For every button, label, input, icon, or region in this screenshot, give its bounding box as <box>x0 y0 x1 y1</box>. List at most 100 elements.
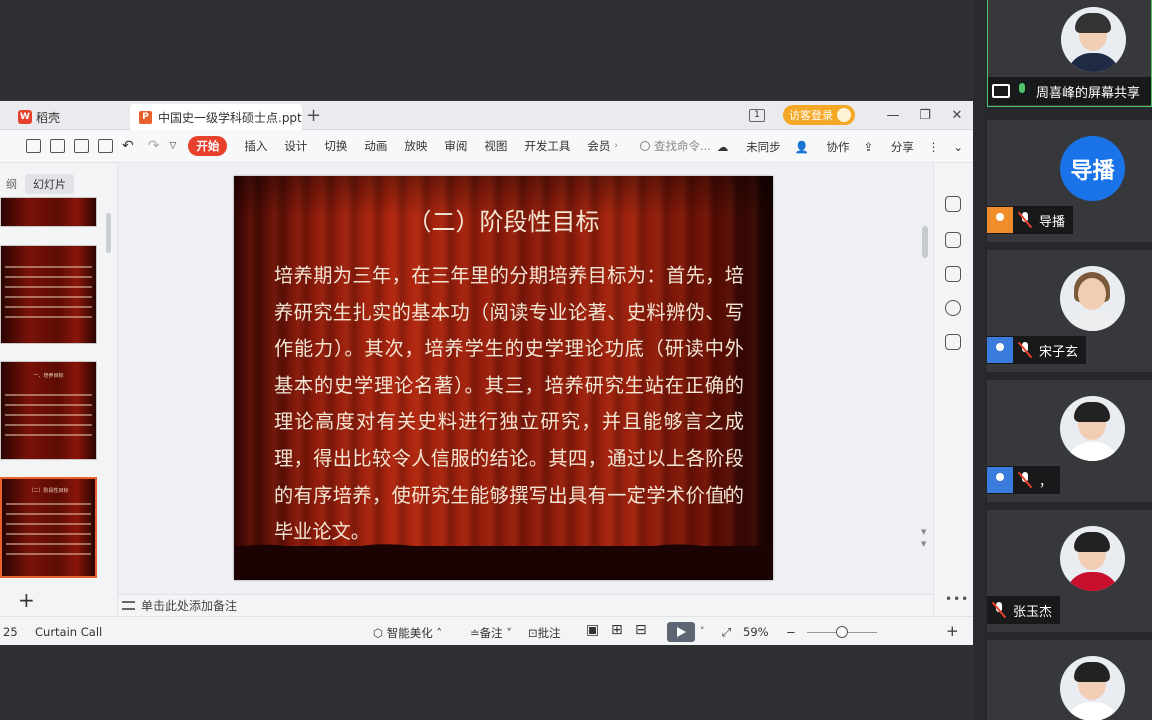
participant-nametag: ， <box>987 466 1061 494</box>
participant-card-sharer[interactable]: 周喜峰的屏幕共享 <box>987 0 1152 107</box>
slide-number: 25 <box>3 625 18 639</box>
menu-review[interactable]: 审阅 <box>444 138 467 154</box>
restore-button[interactable]: ❐ <box>909 108 941 123</box>
export-icon[interactable] <box>50 139 65 153</box>
participant-avatar-text: 导播 <box>1060 136 1125 201</box>
play-slideshow-button[interactable] <box>667 622 695 642</box>
add-slide-button[interactable]: + <box>18 588 35 612</box>
collab-button[interactable]: 👤 协作 <box>795 139 850 155</box>
tab-document[interactable]: P 中国史一级学科硕士点.ppt <box>130 104 302 130</box>
animation-pin-icon[interactable] <box>945 232 961 248</box>
normal-view-icon[interactable]: ▣ <box>586 622 599 638</box>
slide-thumbnail-2[interactable] <box>0 245 97 344</box>
collab-label: 协作 <box>826 139 850 154</box>
menu-insert[interactable]: 插入 <box>244 138 267 154</box>
save-icon[interactable] <box>26 139 41 153</box>
participant-avatar <box>1060 656 1125 720</box>
user-icon <box>987 337 1013 363</box>
participant-name: 宋子玄 <box>1039 344 1079 360</box>
more-options-icon[interactable]: ⋮ <box>928 140 940 154</box>
customize-chevron-icon[interactable]: ▽ <box>169 141 176 151</box>
new-tab-button[interactable]: + <box>306 105 321 126</box>
more-menu-chevron-icon[interactable]: › <box>614 141 618 151</box>
user-icon <box>987 467 1013 493</box>
right-tool-bar: ••• <box>933 164 973 616</box>
participant-avatar <box>1061 7 1126 72</box>
menu-animation[interactable]: 动画 <box>364 138 387 154</box>
print-preview-icon[interactable] <box>98 139 113 153</box>
share-button[interactable]: ⇪ 分享 <box>864 139 914 155</box>
help-icon[interactable] <box>945 300 961 316</box>
menu-design[interactable]: 设计 <box>284 138 307 154</box>
reading-view-icon[interactable]: ⊟ <box>635 622 647 638</box>
menu-slideshow[interactable]: 放映 <box>404 138 427 154</box>
slide-library-icon[interactable] <box>945 266 961 282</box>
slide-thumbnail-1[interactable] <box>0 197 97 227</box>
minimize-button[interactable]: — <box>877 108 909 123</box>
participant-nametag: 周喜峰的屏幕共享 <box>988 77 1151 105</box>
participant-card[interactable]: 宋子玄 <box>987 250 1152 372</box>
participant-list: 周喜峰的屏幕共享 导播 导播 宋子玄 ， 张玉杰 <box>985 0 1152 720</box>
more-tools-icon[interactable]: ••• <box>945 592 969 606</box>
participant-card[interactable] <box>987 640 1152 720</box>
zoom-out-button[interactable]: − <box>786 625 796 639</box>
window-count-badge[interactable]: 1 <box>749 108 765 122</box>
close-button[interactable]: ✕ <box>941 108 973 123</box>
guest-login-button[interactable]: 访客登录 <box>783 105 855 125</box>
fit-window-icon[interactable]: ⤢ <box>722 625 731 640</box>
microphone-icon <box>1016 83 1028 99</box>
tab-outline[interactable]: 纲 <box>0 174 23 194</box>
user-avatar-icon <box>837 108 851 122</box>
participant-nametag: 宋子玄 <box>987 336 1087 364</box>
participant-card-director[interactable]: 导播 导播 <box>987 120 1152 242</box>
undo-icon[interactable]: ↶ <box>122 138 134 154</box>
command-search[interactable]: 查找命令... <box>640 138 711 154</box>
ribbon: ↶ ↷ ▽ 开始 插入 设计 切换 动画 放映 审阅 视图 开发工具 会员 › … <box>0 130 973 163</box>
notes-bar[interactable]: 单击此处添加备注 <box>118 594 933 616</box>
collapse-ribbon-chevron-icon[interactable]: ⌄ <box>953 140 963 154</box>
menu-developer[interactable]: 开发工具 <box>524 138 570 154</box>
participant-avatar <box>1060 266 1125 331</box>
sync-status[interactable]: ☁ 未同步 <box>717 139 781 155</box>
beautify-button[interactable]: ⬡ 智能美化 ˄ <box>373 625 442 641</box>
theme-name[interactable]: Curtain Call <box>35 625 102 639</box>
participant-name: ， <box>1039 474 1053 490</box>
thumbnail-scrollbar[interactable] <box>106 213 111 253</box>
zoom-level[interactable]: 59% <box>743 625 769 639</box>
comment-label: 批注 <box>537 626 561 640</box>
print-icon[interactable] <box>74 139 89 153</box>
participant-card[interactable]: ， <box>987 380 1152 502</box>
microphone-muted-icon <box>1019 472 1031 488</box>
guest-login-label: 访客登录 <box>789 109 833 122</box>
participant-card[interactable]: 张玉杰 <box>987 510 1152 632</box>
comment-button[interactable]: ⊡批注 <box>528 625 561 641</box>
ppt-file-icon: P <box>139 110 152 124</box>
share-label: 分享 <box>890 139 914 154</box>
status-bar: 25 Curtain Call ⬡ 智能美化 ˄ ≐备注 ˅ ⊡批注 ▣ ⊞ ⊟… <box>0 616 973 645</box>
sorter-view-icon[interactable]: ⊞ <box>611 622 623 638</box>
play-options-chevron-icon[interactable]: ˅ <box>700 627 705 637</box>
slide-thumbnail-4-selected[interactable]: （二）阶段性目标 <box>0 477 97 578</box>
thumbnail-4-title: （二）阶段性目标 <box>28 488 69 494</box>
current-slide[interactable]: （二）阶段性目标 培养期为三年，在三年里的分期培养目标为：首先，培养研究生扎实的… <box>234 176 773 580</box>
redo-icon[interactable]: ↷ <box>148 138 160 154</box>
canvas-scrollbar[interactable]: ▼ ▼ <box>919 176 931 556</box>
properties-icon[interactable] <box>945 196 961 212</box>
participant-name: 周喜峰的屏幕共享 <box>1036 85 1141 101</box>
zoom-slider-knob[interactable] <box>836 626 848 638</box>
microphone-muted-icon <box>1019 342 1031 358</box>
sync-label: 未同步 <box>746 139 781 154</box>
tab-slides[interactable]: 幻灯片 <box>25 174 74 194</box>
menu-transition[interactable]: 切换 <box>324 138 347 154</box>
image-tools-icon[interactable] <box>945 334 961 350</box>
docer-logo-icon: W <box>18 110 32 124</box>
participant-name: 张玉杰 <box>1013 604 1053 620</box>
menu-member[interactable]: 会员 <box>587 138 610 154</box>
slide-thumbnail-3[interactable]: 一、培养目标 <box>0 361 97 460</box>
menu-start[interactable]: 开始 <box>188 136 228 156</box>
tab-home[interactable]: W 稻壳 <box>0 104 128 130</box>
tab-bar: W 稻壳 P 中国史一级学科硕士点.ppt + 1 访客登录 — ❐ ✕ <box>0 101 973 130</box>
menu-view[interactable]: 视图 <box>484 138 507 154</box>
notes-toggle-button[interactable]: ≐备注 ˅ <box>470 625 512 641</box>
zoom-in-button[interactable]: + <box>946 622 959 640</box>
